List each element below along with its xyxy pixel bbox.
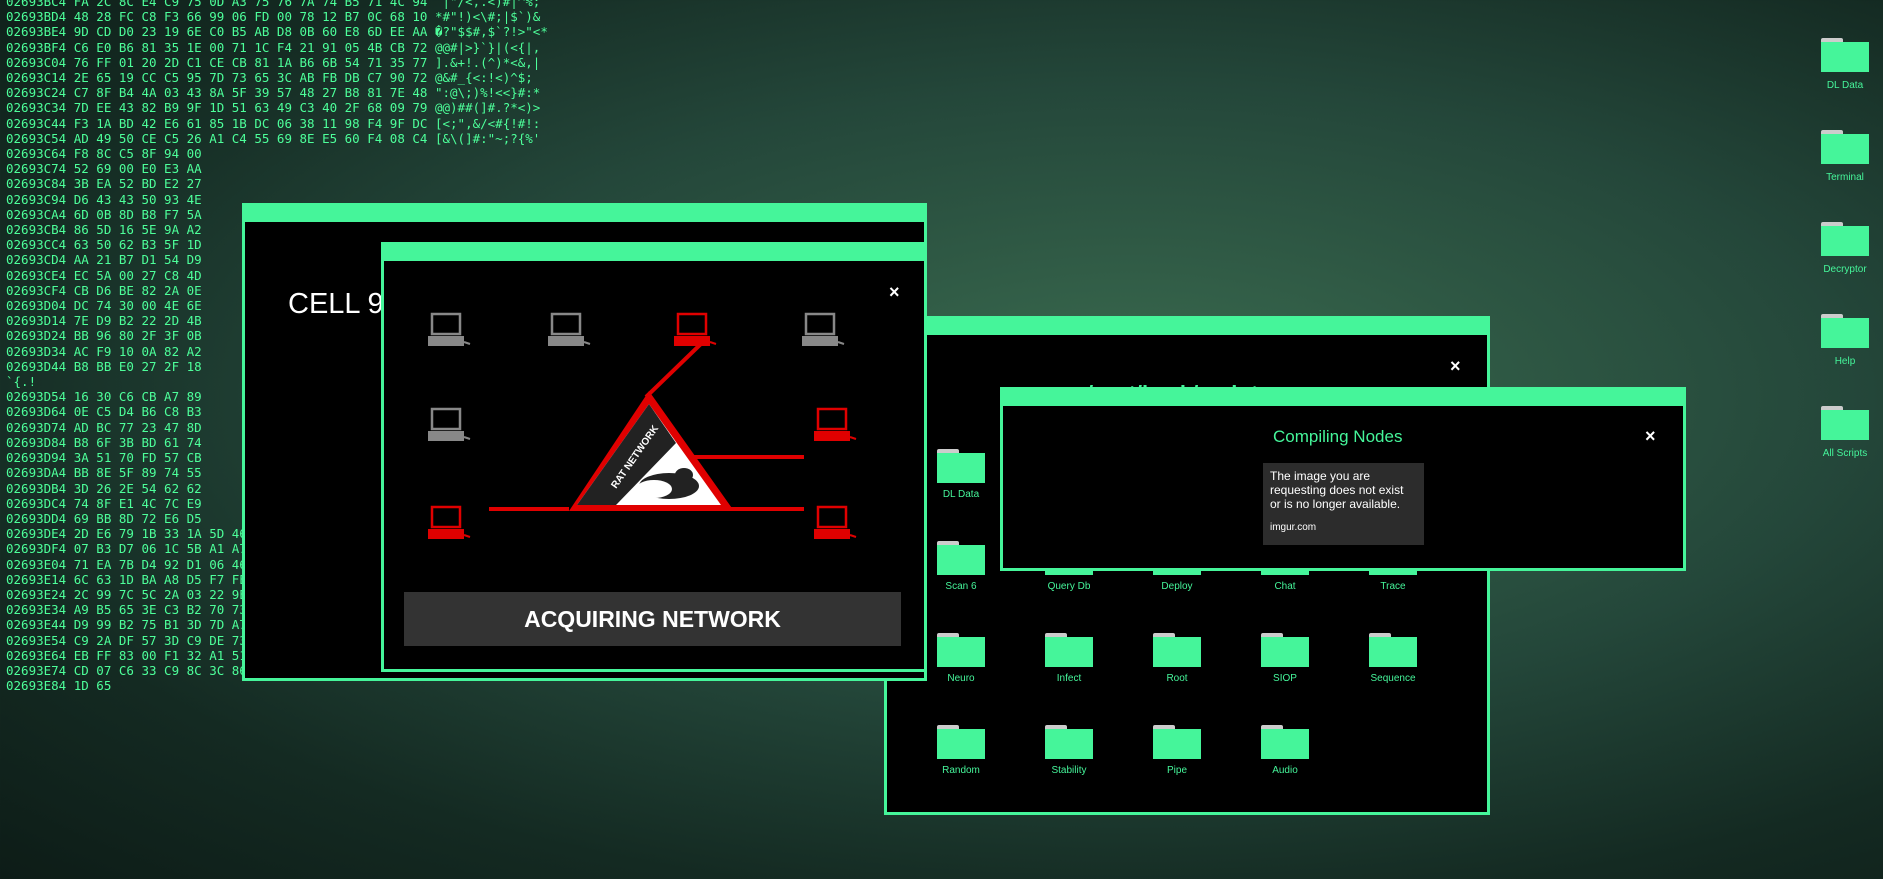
desktop-icon-terminal[interactable]: Terminal [1805, 130, 1883, 183]
folder-icon [937, 633, 985, 667]
image-site: imgur.com [1270, 522, 1317, 533]
desktop-icon-label: Decryptor [1823, 264, 1867, 275]
folder-icon [1045, 725, 1093, 759]
laptop-icon-active [814, 407, 857, 441]
image-message: The image you are requesting does not ex… [1270, 469, 1404, 511]
folder-icon [1821, 406, 1869, 440]
desktop-icon-label: Terminal [1826, 172, 1864, 183]
desktop-icon-label: Help [1834, 356, 1856, 367]
laptop-icon-inactive [802, 312, 845, 346]
cell-title: CELL 9 [288, 288, 384, 320]
folder-icon [937, 449, 985, 483]
folder-icon [1821, 222, 1869, 256]
laptop-icon-inactive [548, 312, 591, 346]
folder-icon [1153, 725, 1201, 759]
compiling-window: Compiling Nodes × The image you are requ… [1000, 387, 1686, 571]
close-icon[interactable]: × [1645, 427, 1656, 445]
folder-label: Deploy [1161, 581, 1193, 592]
title-bar[interactable] [245, 206, 924, 222]
desktop-icon-decryptor[interactable]: Decryptor [1805, 222, 1883, 275]
rat-network-logo: RAT NETWORK [569, 391, 734, 511]
laptop-icon-inactive [428, 312, 471, 346]
folder-scan-6[interactable]: Scan 6 [921, 541, 1001, 592]
folder-sequence[interactable]: Sequence [1353, 633, 1433, 684]
title-bar[interactable] [887, 319, 1487, 335]
desktop-icon-label: DL Data [1826, 80, 1864, 91]
laptop-icon-active [814, 505, 857, 539]
folder-root[interactable]: Root [1137, 633, 1217, 684]
desktop-icon-all-scripts[interactable]: All Scripts [1805, 406, 1883, 459]
laptop-icon-inactive [428, 407, 471, 441]
compiling-heading: Compiling Nodes [1273, 427, 1403, 446]
folder-label: Chat [1274, 581, 1296, 592]
network-window: × RAT NETWORK ACQUIRING NETWORK [381, 242, 927, 672]
folder-siop[interactable]: SIOP [1245, 633, 1325, 684]
folder-icon [1045, 633, 1093, 667]
title-bar[interactable] [384, 245, 924, 261]
acquiring-network-button[interactable]: ACQUIRING NETWORK [404, 592, 901, 646]
folder-icon [937, 725, 985, 759]
folder-label: Query Db [1047, 581, 1091, 592]
folder-label: Pipe [1166, 765, 1187, 776]
folder-neuro[interactable]: Neuro [921, 633, 1001, 684]
folder-audio[interactable]: Audio [1245, 725, 1325, 776]
folder-label: Audio [1272, 765, 1298, 776]
folder-infect[interactable]: Infect [1029, 633, 1109, 684]
folder-label: Sequence [1370, 673, 1416, 684]
folder-label: Random [942, 765, 980, 776]
folder-label: Neuro [947, 673, 975, 684]
folder-label: Trace [1380, 581, 1406, 592]
title-bar[interactable] [1003, 390, 1683, 406]
folder-icon [937, 541, 985, 575]
folder-stability[interactable]: Stability [1029, 725, 1109, 776]
folder-label: Root [1166, 673, 1188, 684]
folder-label: Scan 6 [945, 581, 977, 592]
folder-icon [1261, 725, 1309, 759]
laptop-icon-active [428, 505, 471, 539]
folder-icon [1153, 633, 1201, 667]
folder-label: SIOP [1273, 673, 1297, 684]
desktop-icon-help[interactable]: Help [1805, 314, 1883, 367]
folder-icon [1821, 130, 1869, 164]
folder-dl-data[interactable]: DL Data [921, 449, 1001, 500]
folder-icon [1821, 38, 1869, 72]
desktop-icon-dl-data[interactable]: DL Data [1805, 38, 1883, 91]
laptop-icon-active [674, 312, 717, 346]
folder-random[interactable]: Random [921, 725, 1001, 776]
folder-icon [1369, 633, 1417, 667]
folder-label: Infect [1056, 673, 1082, 684]
folder-pipe[interactable]: Pipe [1137, 725, 1217, 776]
folder-icon [1821, 314, 1869, 348]
broken-image-placeholder: The image you are requesting does not ex… [1263, 463, 1424, 545]
folder-label: Stability [1051, 765, 1087, 776]
folder-label: DL Data [942, 489, 980, 500]
folder-icon [1261, 633, 1309, 667]
desktop-icon-label: All Scripts [1822, 448, 1868, 459]
close-icon[interactable]: × [1450, 357, 1461, 375]
